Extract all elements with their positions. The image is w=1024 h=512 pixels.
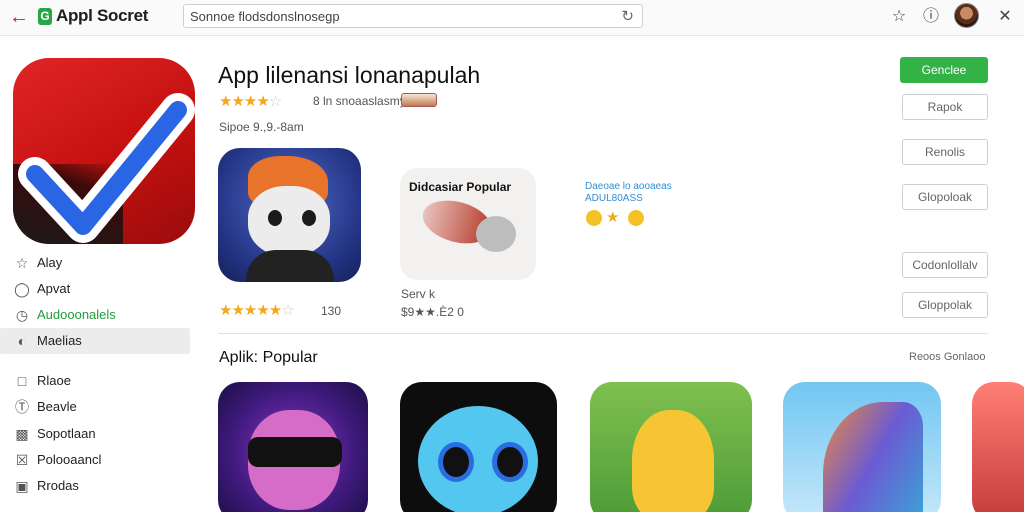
sidebar-item-sopotlaan[interactable]: ▩ Sopotlaan [0, 421, 190, 447]
popular-app-tile[interactable] [972, 382, 1024, 512]
alert-circle-icon[interactable]: ⓘ [920, 6, 942, 28]
app-logo-badge: G [38, 8, 52, 25]
bookmark-star-icon[interactable]: ☆ [888, 6, 910, 28]
x-box-icon: ☒ [15, 452, 29, 468]
dollar-circle-icon: Ⓣ [15, 399, 29, 415]
sidebar-item-label: Rrodas [37, 478, 79, 493]
app-size-text: Sipoe 9.,9.-8am [219, 120, 304, 134]
sidebar-item-label: Rlaoe [37, 373, 71, 388]
top-bar: ← G Appl Socret ↻ ☆ ⓘ ✕ [0, 0, 1024, 36]
diagonal-box-icon: ▩ [15, 426, 29, 442]
reviews-button[interactable]: Renolis [902, 139, 988, 165]
back-arrow-icon[interactable]: ← [8, 6, 30, 28]
app-main-icon [13, 58, 195, 244]
sidebar-item-label: Polooaancl [37, 452, 102, 467]
sidebar-item-audooonalels[interactable]: ◷ Audooonalels [0, 302, 190, 328]
sidebar-item-label: Alay [37, 255, 63, 270]
emoji-star-icon: ★ [606, 209, 619, 226]
search-bar[interactable]: ↻ [183, 4, 643, 28]
app-name-title: App lilenansi lonanapulah [218, 62, 481, 88]
popular-app-tile[interactable] [218, 382, 368, 512]
image-icon: ▣ [15, 478, 29, 494]
compass-icon: ◯ [14, 281, 30, 297]
report-button[interactable]: Rapok [902, 94, 988, 120]
popular-app-tile[interactable] [783, 382, 941, 512]
sidebar-item-beavle[interactable]: Ⓣ Beavle [0, 394, 190, 420]
sidebar-item-polooaancl[interactable]: ☒ Polooaancl [0, 447, 190, 473]
screenshot-subtitle: Serv k [401, 287, 436, 301]
sidebar-item-alay[interactable]: ☆ Alay [0, 250, 190, 276]
sidebar-item-label: Audooonalels [37, 307, 116, 322]
popular-section-title: Aplik: Popular [219, 349, 318, 366]
rating-text: 8 ln snoaaslasmy [313, 94, 406, 108]
promo-text-line2: ADUL80ASS [585, 193, 643, 204]
app-store-title: Appl Socret [56, 6, 149, 25]
checkmark-icon [18, 93, 195, 243]
see-all-link[interactable]: Reoos Gonlaoo [909, 351, 985, 363]
sidebar-item-rlaoe[interactable]: □ Rlaoe [0, 368, 190, 394]
screenshot-rating-stars: ★★★★★☆ [219, 302, 295, 319]
emoji-grin-icon [628, 210, 644, 226]
search-input[interactable] [190, 8, 610, 25]
screenshot-title: Didcasiar Popular [409, 180, 512, 194]
gauge-icon: ◐ [17, 333, 27, 349]
sidebar-item-rrodas[interactable]: ▣ Rrodas [0, 473, 190, 499]
sidebar-item-label: Maelias [37, 333, 82, 348]
rating-badge [401, 93, 437, 107]
rating-stars: ★★★★☆ [219, 93, 282, 110]
promo-text-line1: Daeoae lo aooaeas [585, 181, 672, 192]
screenshot-price: $9★★.È2 0 [401, 305, 464, 319]
sidebar-item-label: Apvat [37, 281, 71, 296]
sidebar-item-label: Sopotlaan [37, 426, 96, 441]
screenshot-rating-count: 130 [321, 304, 342, 318]
popular-app-tile[interactable] [400, 382, 557, 512]
get-button[interactable]: Genclee [900, 57, 988, 83]
screenshot-cartoon-character[interactable] [218, 148, 361, 282]
emoji-smile-icon [586, 210, 602, 226]
user-avatar[interactable] [954, 3, 979, 28]
sidebar-item-label: Beavle [37, 399, 77, 414]
sidebar-item-maelias[interactable]: ◐ Maelias [0, 328, 190, 354]
section-divider [218, 333, 988, 334]
popular-app-tile[interactable] [590, 382, 752, 512]
close-icon[interactable]: ✕ [994, 6, 1016, 28]
clock-icon: ◷ [15, 307, 29, 323]
star-outline-icon: ☆ [15, 255, 29, 271]
compatibility-button[interactable]: Codonlollalv [902, 252, 988, 278]
square-icon: □ [17, 373, 27, 389]
catalog-button[interactable]: Glopoloak [902, 184, 988, 210]
reload-icon[interactable]: ↻ [621, 7, 634, 25]
sidebar-item-apvat[interactable]: ◯ Apvat [0, 276, 190, 302]
gallery-button[interactable]: Gloppolak [902, 292, 988, 318]
